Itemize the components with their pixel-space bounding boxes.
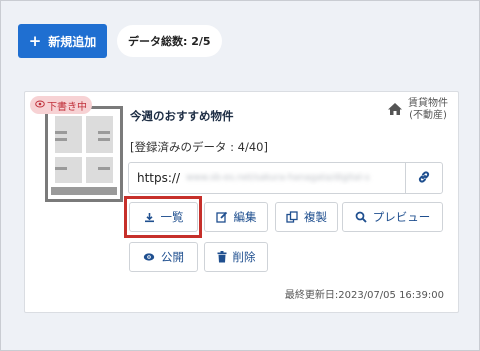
publish-button-label: 公開: [161, 250, 184, 264]
status-badge: 下書き中: [30, 96, 92, 114]
status-badge-label: 下書き中: [47, 101, 87, 113]
category-line1: 賃貸物件: [408, 98, 448, 109]
thumbnail-image[interactable]: [45, 106, 123, 202]
category-line2: (不動産): [409, 110, 447, 121]
url-text: https:// www.sb-es.net/sakura-hanagata/d…: [129, 171, 405, 185]
link-icon: [417, 169, 431, 188]
eye-icon: [143, 252, 155, 262]
add-new-label: 新規追加: [48, 34, 97, 49]
last-updated: 最終更新日:2023/07/05 16:39:00: [284, 290, 444, 301]
registered-data-count: [登録済みのデータ : 4/40]: [130, 140, 268, 154]
content-card: 下書き中 今週のおすすめ物件 賃貸物件 (不動産) [登録済みのデータ : 4/…: [24, 91, 459, 313]
eye-icon: [35, 100, 45, 111]
delete-button-label: 削除: [232, 250, 256, 264]
copy-link-button[interactable]: [405, 163, 442, 193]
plus-icon: +: [28, 31, 42, 50]
card-title[interactable]: 今週のおすすめ物件: [130, 108, 234, 124]
delete-button[interactable]: 削除: [204, 242, 268, 272]
data-total-count: データ総数: 2/5: [117, 25, 222, 57]
edit-button-label: 編集: [233, 210, 257, 224]
trash-icon: [217, 251, 227, 263]
duplicate-button[interactable]: 複製: [275, 202, 338, 232]
edit-icon: [215, 211, 228, 223]
house-icon: [387, 101, 403, 120]
copy-icon: [286, 211, 298, 223]
add-new-button[interactable]: + 新規追加: [18, 24, 107, 58]
url-prefix: https://: [137, 171, 181, 185]
list-button-highlight: [124, 196, 202, 238]
category-label: 賃貸物件 (不動産): [387, 98, 448, 122]
search-icon: [355, 211, 367, 223]
duplicate-button-label: 複製: [304, 210, 327, 224]
preview-button-label: プレビュー: [372, 210, 431, 224]
url-blurred: www.sb-es.net/sakura-hanagata/digital-s: [186, 173, 370, 183]
edit-button[interactable]: 編集: [204, 202, 268, 232]
top-toolbar: + 新規追加 データ総数: 2/5: [18, 23, 222, 59]
publish-button[interactable]: 公開: [129, 242, 198, 272]
url-field[interactable]: https:// www.sb-es.net/sakura-hanagata/d…: [128, 162, 443, 194]
preview-button[interactable]: プレビュー: [342, 202, 443, 232]
